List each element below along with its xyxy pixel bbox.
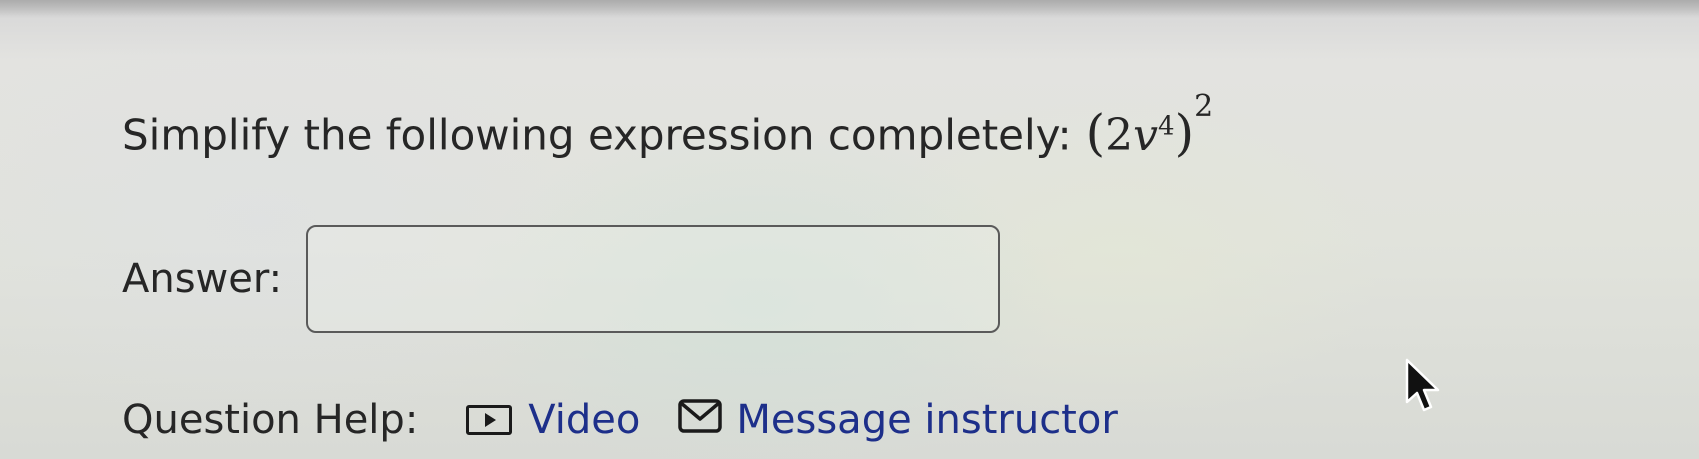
open-paren: ( xyxy=(1085,103,1106,162)
math-expression: (2v4)2 xyxy=(1086,89,1214,161)
message-instructor-link[interactable]: Message instructor xyxy=(678,397,1118,443)
inner-exponent: 4 xyxy=(1158,111,1175,141)
question-text: Simplify the following expression comple… xyxy=(122,89,1214,167)
answer-row: Answer: xyxy=(122,224,1001,334)
answer-input[interactable] xyxy=(306,225,1001,333)
question-help-label: Question Help: xyxy=(122,397,419,443)
message-instructor-label: Message instructor xyxy=(736,397,1118,443)
screen-top-shadow xyxy=(0,0,1699,18)
video-link[interactable]: Video xyxy=(466,397,640,443)
question-prompt: Simplify the following expression comple… xyxy=(122,110,1072,160)
video-play-icon xyxy=(466,405,513,435)
answer-label: Answer: xyxy=(122,256,283,302)
close-paren: ) xyxy=(1174,103,1195,162)
video-link-label: Video xyxy=(528,397,641,443)
coefficient: 2 xyxy=(1105,109,1134,161)
mouse-pointer-icon xyxy=(1404,358,1444,418)
envelope-icon xyxy=(678,397,723,443)
variable: v xyxy=(1133,109,1159,161)
question-help: Question Help: Video Message instructor xyxy=(122,392,1156,448)
outer-exponent: 2 xyxy=(1194,88,1214,124)
